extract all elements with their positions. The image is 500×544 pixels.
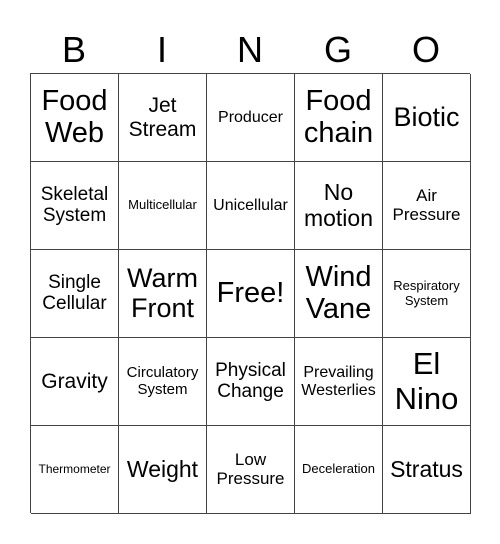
bingo-cell[interactable]: Multicellular bbox=[119, 162, 207, 250]
bingo-cell[interactable]: El Nino bbox=[383, 338, 471, 426]
bingo-cell[interactable]: Gravity bbox=[31, 338, 119, 426]
bingo-cell[interactable]: Unicellular bbox=[207, 162, 295, 250]
bingo-cell[interactable]: Food chain bbox=[295, 74, 383, 162]
header-letter-b: B bbox=[61, 29, 86, 70]
bingo-header: B I N G O bbox=[30, 28, 470, 72]
bingo-cell[interactable]: Jet Stream bbox=[119, 74, 207, 162]
header-letter-i: I bbox=[156, 29, 167, 70]
bingo-cell[interactable]: Stratus bbox=[383, 426, 471, 514]
header-letter-o: O bbox=[411, 29, 440, 70]
bingo-cell[interactable]: Respiratory System bbox=[383, 250, 471, 338]
bingo-cell[interactable]: Producer bbox=[207, 74, 295, 162]
bingo-cell[interactable]: Prevailing Westerlies bbox=[295, 338, 383, 426]
bingo-cell[interactable]: Thermometer bbox=[31, 426, 119, 514]
bingo-cell[interactable]: Circulatory System bbox=[119, 338, 207, 426]
header-letter-n: N bbox=[237, 29, 263, 70]
bingo-cell[interactable]: Low Pressure bbox=[207, 426, 295, 514]
bingo-cell[interactable]: Deceleration bbox=[295, 426, 383, 514]
bingo-cell[interactable]: No motion bbox=[295, 162, 383, 250]
header-letter-g: G bbox=[323, 29, 352, 70]
bingo-cell[interactable]: Air Pressure bbox=[383, 162, 471, 250]
bingo-cell[interactable]: Biotic bbox=[383, 74, 471, 162]
bingo-card: Food Web Jet Stream Producer Food chain … bbox=[30, 73, 471, 514]
bingo-cell-free[interactable]: Free! bbox=[207, 250, 295, 338]
bingo-cell[interactable]: Warm Front bbox=[119, 250, 207, 338]
bingo-cell[interactable]: Physical Change bbox=[207, 338, 295, 426]
bingo-cell[interactable]: Food Web bbox=[31, 74, 119, 162]
bingo-cell[interactable]: Weight bbox=[119, 426, 207, 514]
bingo-cell[interactable]: Single Cellular bbox=[31, 250, 119, 338]
bingo-cell[interactable]: Skeletal System bbox=[31, 162, 119, 250]
bingo-cell[interactable]: Wind Vane bbox=[295, 250, 383, 338]
